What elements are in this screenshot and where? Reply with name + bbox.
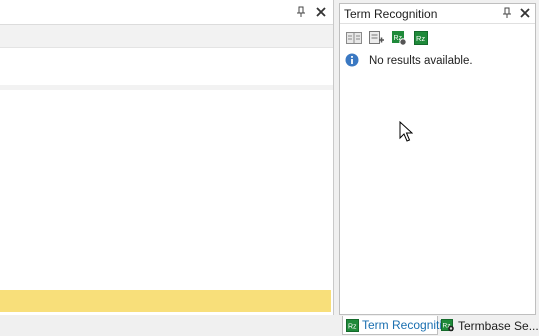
term-recognition-panel: Term Recognition Rz Rz No results availa… — [339, 3, 536, 315]
panel-tabs: Rz Term Recogniti... Rz Termbase Se... — [339, 316, 539, 336]
editor-pane — [0, 0, 334, 315]
term-recognition-icon: Rz — [346, 318, 359, 332]
termbase-settings-icon[interactable]: Rz — [390, 29, 407, 46]
add-term-icon[interactable] — [367, 29, 384, 46]
svg-text:Rz: Rz — [348, 323, 357, 330]
termbase-viewer-icon[interactable] — [345, 29, 362, 46]
tab-label: Termbase Se... — [458, 318, 539, 333]
no-results-text: No results available. — [369, 55, 473, 67]
close-icon[interactable] — [518, 6, 532, 20]
tab-termbase-search[interactable]: Rz Termbase Se... — [439, 316, 539, 335]
active-segment-row[interactable] — [0, 290, 331, 312]
term-recognition-titlebar: Term Recognition — [340, 4, 535, 24]
svg-text:Rz: Rz — [416, 34, 425, 43]
editor-pane-titlebar — [0, 0, 333, 25]
term-recognition-options-icon[interactable]: Rz — [412, 29, 429, 46]
term-recognition-toolbar: Rz Rz — [340, 25, 535, 49]
editor-separator — [0, 85, 333, 90]
panel-title: Term Recognition — [344, 7, 438, 21]
close-icon[interactable] — [314, 5, 328, 19]
mouse-cursor-icon — [399, 121, 413, 142]
pin-icon[interactable] — [500, 6, 514, 20]
pin-icon[interactable] — [294, 5, 308, 19]
info-icon — [345, 53, 359, 70]
tab-term-recognition[interactable]: Rz Term Recogniti... — [342, 316, 452, 335]
editor-toolbar-strip — [0, 25, 333, 48]
termbase-search-icon: Rz — [441, 319, 455, 332]
no-results-message: No results available. — [345, 52, 473, 70]
